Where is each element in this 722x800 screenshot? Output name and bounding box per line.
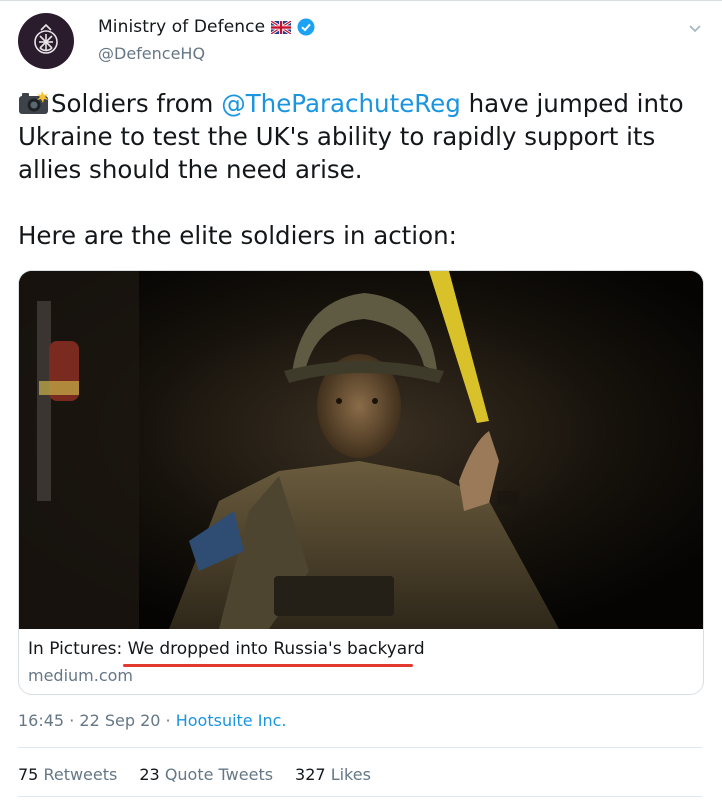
account-name-row[interactable]: Ministry of Defence bbox=[98, 17, 315, 37]
chevron-down-icon[interactable] bbox=[688, 24, 702, 34]
card-title-prefix: In Pictures: bbox=[28, 639, 128, 659]
tweet-time[interactable]: 16:45 bbox=[18, 711, 64, 730]
camera-flash-icon bbox=[19, 91, 49, 114]
bottom-divider bbox=[18, 796, 702, 797]
meta-separator: · bbox=[165, 711, 171, 730]
card-title[interactable]: In Pictures: We dropped into Russia's ba… bbox=[28, 639, 425, 659]
quote-tweets-count: 23 bbox=[139, 765, 160, 784]
link-preview-card[interactable]: In Pictures: We dropped into Russia's ba… bbox=[18, 270, 704, 695]
tweet-paragraph-1: Soldiers from @TheParachuteReg have jump… bbox=[18, 87, 708, 186]
tweet-stats: 75 Retweets 23 Quote Tweets 327 Likes bbox=[18, 765, 371, 784]
quote-tweets-label: Quote Tweets bbox=[164, 765, 274, 784]
divider bbox=[18, 747, 702, 748]
tweet-source-link[interactable]: Hootsuite Inc. bbox=[176, 711, 287, 730]
quote-tweets-stat[interactable]: 23 Quote Tweets bbox=[139, 765, 273, 784]
card-photo[interactable] bbox=[19, 271, 703, 629]
red-underline-annotation bbox=[123, 664, 413, 667]
account-handle[interactable]: @DefenceHQ bbox=[98, 44, 205, 63]
soldier-photo-image bbox=[19, 271, 703, 629]
display-name[interactable]: Ministry of Defence bbox=[98, 17, 265, 37]
likes-label: Likes bbox=[330, 765, 371, 784]
avatar[interactable] bbox=[18, 13, 74, 69]
card-title-main: We dropped into Russia's backyard bbox=[127, 639, 425, 659]
card-domain: medium.com bbox=[28, 666, 134, 685]
mention-link[interactable]: @TheParachuteReg bbox=[221, 89, 461, 118]
tweet-meta: 16:45 · 22 Sep 20 · Hootsuite Inc. bbox=[18, 711, 286, 730]
retweets-label: Retweets bbox=[43, 765, 118, 784]
mod-crest-icon bbox=[34, 23, 58, 54]
tweet-text: Soldiers from @TheParachuteReg have jump… bbox=[18, 87, 708, 252]
tweet-paragraph-2: Here are the elite soldiers in action: bbox=[18, 221, 457, 250]
retweets-count: 75 bbox=[18, 765, 39, 784]
verified-badge-icon bbox=[297, 18, 315, 36]
uk-flag-icon bbox=[271, 20, 292, 34]
retweets-stat[interactable]: 75 Retweets bbox=[18, 765, 117, 784]
likes-count: 327 bbox=[295, 765, 326, 784]
tweet-date[interactable]: 22 Sep 20 bbox=[79, 711, 160, 730]
likes-stat[interactable]: 327 Likes bbox=[295, 765, 371, 784]
top-divider bbox=[0, 0, 722, 1]
meta-separator: · bbox=[69, 711, 75, 730]
tweet-text-pre: Soldiers from bbox=[51, 89, 222, 118]
